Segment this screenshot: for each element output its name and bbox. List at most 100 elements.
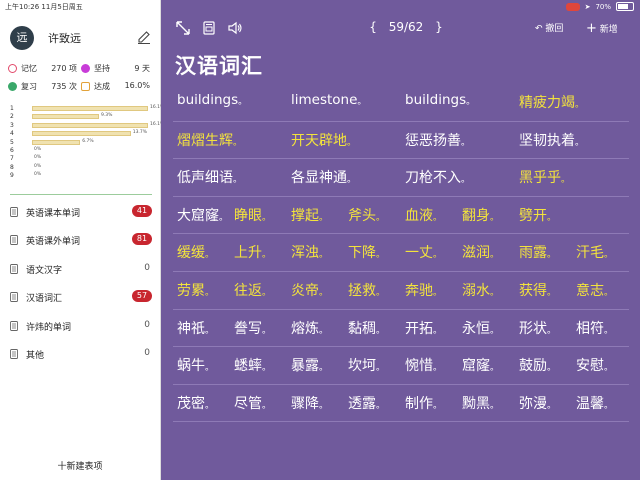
new-list-button[interactable]: 十新建表项 — [0, 459, 160, 472]
word-text: 炎帝 — [291, 282, 319, 299]
word-text: 蟋蟀 — [234, 358, 262, 375]
edit-icon[interactable] — [136, 29, 152, 45]
word-cell[interactable]: 开拓。 — [405, 318, 442, 338]
list-count-badge: 41 — [132, 205, 152, 217]
prev-button[interactable]: { — [369, 20, 377, 34]
word-text: 熔炼 — [291, 320, 319, 337]
word-cell[interactable]: 往返。 — [234, 280, 271, 300]
word-cell[interactable]: 精疲力竭。 — [519, 92, 584, 112]
word-cell[interactable]: 尽管。 — [234, 393, 271, 413]
word-cell[interactable]: 骤降。 — [291, 393, 328, 413]
word-cell[interactable]: 缓缓。 — [177, 242, 214, 262]
list-item[interactable]: 其他 0 — [0, 342, 160, 370]
list-item[interactable]: 汉语词汇 57 — [0, 285, 160, 313]
word-cell[interactable]: 安慰。 — [576, 355, 613, 375]
list-item[interactable]: 英语课本单词 41 — [0, 200, 160, 228]
word-cell[interactable]: 透露。 — [348, 393, 385, 413]
word-cell[interactable]: 茂密。 — [177, 393, 214, 413]
word-cell[interactable]: 刀枪不入。 — [405, 167, 470, 187]
word-cell[interactable]: 浑浊。 — [291, 242, 328, 262]
stats-panel: 记忆 270 项 坚持 9 天 复习 735 次 达成 16.0% — [8, 62, 154, 98]
list-item[interactable]: 许炜的单词 0 — [0, 314, 160, 342]
word-cell[interactable]: 翻身。 — [462, 205, 499, 225]
word-text: 翻身 — [462, 207, 490, 224]
word-text: 誊写 — [234, 320, 262, 337]
word-cell[interactable]: 蜗牛。 — [177, 355, 214, 375]
word-cell[interactable]: 上升。 — [234, 242, 271, 262]
list-item[interactable]: 语文汉字 0 — [0, 257, 160, 285]
level-percent: 0% — [34, 172, 42, 178]
word-cell[interactable]: 一丈。 — [405, 242, 442, 262]
word-cell[interactable]: 黝黑。 — [462, 393, 499, 413]
word-cell[interactable]: 撑起。 — [291, 205, 328, 225]
level-fill — [32, 106, 148, 111]
add-button[interactable]: + 新增 — [586, 21, 618, 36]
word-cell[interactable]: 温馨。 — [576, 393, 613, 413]
document-icon — [10, 207, 18, 217]
word-cell[interactable]: 溺水。 — [462, 280, 499, 300]
word-cell[interactable]: 睁眼。 — [234, 205, 271, 225]
word-cell[interactable]: 坎坷。 — [348, 355, 385, 375]
word-separator: 。 — [205, 287, 215, 298]
word-cell[interactable]: limestone。 — [291, 92, 366, 108]
next-button[interactable]: } — [435, 20, 443, 34]
word-cell[interactable]: 蟋蟀。 — [234, 355, 271, 375]
word-separator: 。 — [490, 250, 500, 261]
word-cell[interactable]: 弥漫。 — [519, 393, 556, 413]
word-separator: 。 — [233, 137, 243, 148]
speaker-icon[interactable] — [227, 20, 243, 36]
word-cell[interactable]: 炎帝。 — [291, 280, 328, 300]
word-cell[interactable]: 劈开。 — [519, 205, 556, 225]
word-cell[interactable]: 黏稠。 — [348, 318, 385, 338]
word-cell[interactable]: 形状。 — [519, 318, 556, 338]
word-cell[interactable]: 开天辟地。 — [291, 130, 356, 150]
word-separator: 。 — [376, 325, 386, 336]
list-item[interactable]: 英语课外单词 81 — [0, 228, 160, 256]
word-cell[interactable]: 拯救。 — [348, 280, 385, 300]
word-cell[interactable]: 劳累。 — [177, 280, 214, 300]
word-cell[interactable]: 制作。 — [405, 393, 442, 413]
word-cell[interactable]: 相符。 — [576, 318, 613, 338]
word-cell[interactable]: 雨露。 — [519, 242, 556, 262]
avatar[interactable]: 远 — [10, 26, 34, 50]
word-cell[interactable]: 黑乎乎。 — [519, 167, 570, 187]
level-fill — [32, 139, 81, 145]
level-percent: 0% — [34, 146, 42, 152]
word-text: 透露 — [348, 395, 376, 412]
word-cell[interactable]: 各显神通。 — [291, 167, 356, 187]
word-cell[interactable]: 斧头。 — [348, 205, 385, 225]
word-cell[interactable]: 获得。 — [519, 280, 556, 300]
word-cell[interactable]: 意志。 — [576, 280, 613, 300]
expand-icon[interactable] — [175, 20, 191, 36]
profile[interactable]: 远 许致远 — [10, 26, 152, 52]
word-cell[interactable]: 低声细语。 — [177, 167, 242, 187]
word-cell[interactable]: 坚韧执着。 — [519, 130, 584, 150]
word-cell[interactable]: 永恒。 — [462, 318, 499, 338]
word-cell[interactable]: 汗毛。 — [576, 242, 613, 262]
battery-text: 70% — [595, 2, 611, 11]
level-bar-row: 8 0% — [10, 164, 154, 172]
word-cell[interactable]: 熠熠生辉。 — [177, 130, 242, 150]
word-cell[interactable]: buildings。 — [405, 92, 475, 108]
word-cell[interactable]: 鼓励。 — [519, 355, 556, 375]
word-cell[interactable]: 惩恶扬善。 — [405, 130, 470, 150]
word-cell[interactable]: 奔驰。 — [405, 280, 442, 300]
word-cell[interactable]: 神祇。 — [177, 318, 214, 338]
word-text: 意志 — [576, 282, 604, 299]
word-cell[interactable]: 血液。 — [405, 205, 442, 225]
undo-button[interactable]: ↶ 撤回 — [535, 21, 563, 34]
print-icon[interactable] — [201, 20, 217, 36]
word-cell[interactable]: 窟窿。 — [462, 355, 499, 375]
level-track: 16.1% — [32, 105, 164, 111]
word-cell[interactable]: 滋润。 — [462, 242, 499, 262]
word-cell[interactable]: 惋惜。 — [405, 355, 442, 375]
word-cell[interactable]: 下降。 — [348, 242, 385, 262]
word-cell[interactable]: 熔炼。 — [291, 318, 328, 338]
word-cell[interactable]: buildings。 — [177, 92, 247, 108]
word-text: 拯救 — [348, 282, 376, 299]
word-cell[interactable]: 誊写。 — [234, 318, 271, 338]
word-separator: 。 — [205, 325, 215, 336]
word-cell[interactable]: 暴露。 — [291, 355, 328, 375]
word-text: 精疲力竭 — [519, 95, 575, 111]
word-cell[interactable]: 大窟窿。 — [177, 205, 228, 225]
